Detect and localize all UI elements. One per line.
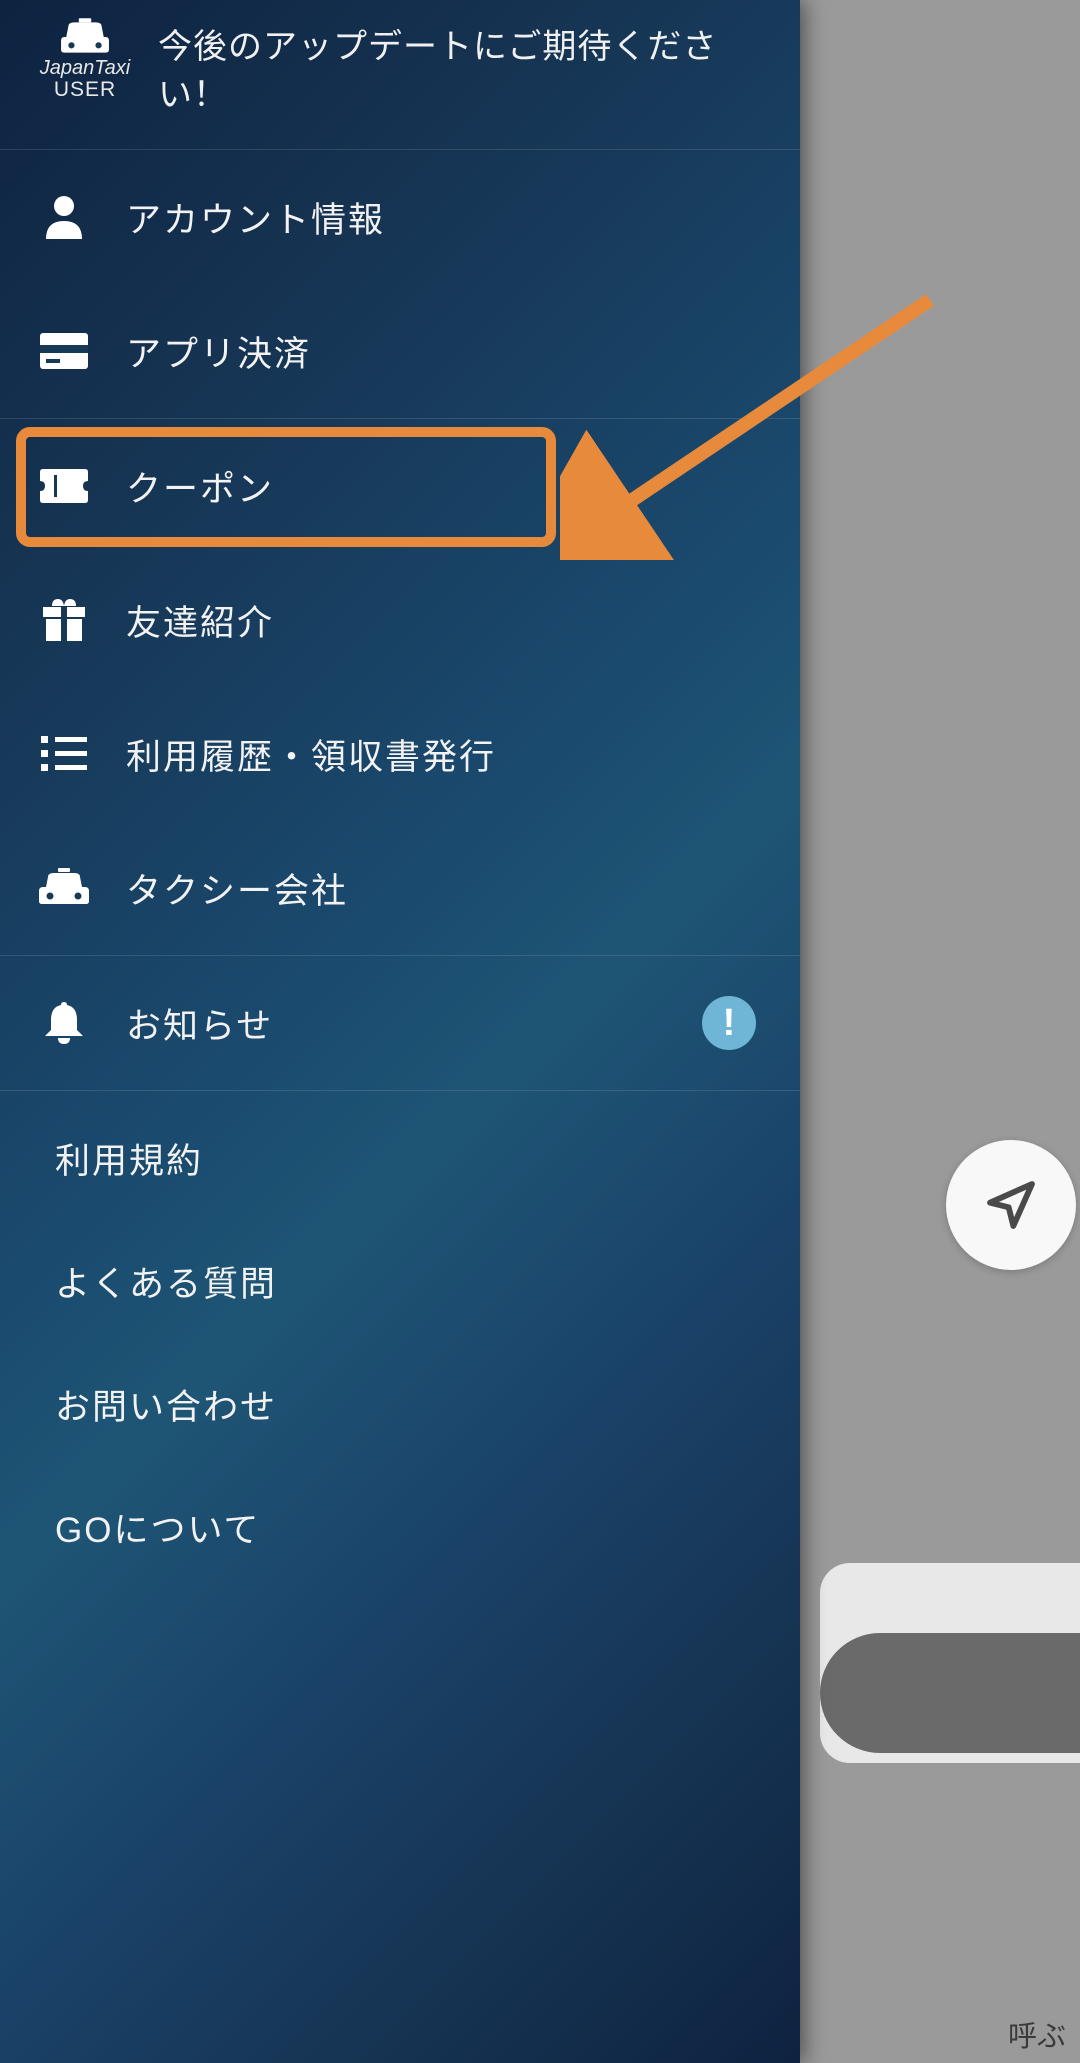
menu-section-services: クーポン 友達紹介 xyxy=(0,419,800,956)
person-icon xyxy=(36,195,92,239)
call-button-fragment[interactable] xyxy=(820,1633,1080,1753)
menu-label: クーポン xyxy=(126,461,274,512)
menu-item-app-payment[interactable]: アプリ決済 xyxy=(0,284,800,418)
link-about-go[interactable]: GOについて xyxy=(55,1502,745,1553)
drawer-header[interactable]: JapanTaxi USER 今後のアップデートにご期待ください！ xyxy=(0,0,800,150)
menu-section-notifications: お知らせ ! xyxy=(0,956,800,1091)
menu-section-account: アカウント情報 アプリ決済 xyxy=(0,150,800,419)
menu-item-referral[interactable]: 友達紹介 xyxy=(0,553,800,687)
logo-user-text: USER xyxy=(54,78,116,102)
highlight-annotation xyxy=(16,427,556,547)
menu-item-account-info[interactable]: アカウント情報 xyxy=(0,150,800,284)
navigation-arrow-icon xyxy=(983,1177,1039,1233)
taxi-icon xyxy=(36,868,92,908)
bell-icon xyxy=(36,1000,92,1046)
menu-item-notifications[interactable]: お知らせ ! xyxy=(0,956,800,1090)
header-message: 今後のアップデートにご期待ください！ xyxy=(140,18,770,119)
footer-links: 利用規約 よくある質問 お問い合わせ GOについて xyxy=(0,1091,800,1593)
menu-label: アカウント情報 xyxy=(126,192,385,243)
link-terms[interactable]: 利用規約 xyxy=(55,1133,745,1184)
menu-label: 利用履歴・領収書発行 xyxy=(126,729,496,780)
menu-item-coupon[interactable]: クーポン xyxy=(0,419,800,553)
menu-item-taxi-company[interactable]: タクシー会社 xyxy=(0,821,800,955)
menu-label: タクシー会社 xyxy=(126,863,348,914)
logo-brand-text: JapanTaxi xyxy=(40,58,130,78)
card-icon xyxy=(36,333,92,369)
menu-label: お知らせ xyxy=(126,998,273,1049)
call-button-text-fragment: 呼ぶ xyxy=(1008,2013,1066,2055)
locate-me-button[interactable] xyxy=(946,1140,1076,1270)
link-faq[interactable]: よくある質問 xyxy=(55,1256,745,1307)
link-contact[interactable]: お問い合わせ xyxy=(55,1379,745,1430)
taxi-icon xyxy=(60,18,110,56)
list-icon xyxy=(36,736,92,772)
gift-icon xyxy=(36,597,92,643)
coupon-icon xyxy=(36,469,92,503)
navigation-drawer: JapanTaxi USER 今後のアップデートにご期待ください！ アカウント情… xyxy=(0,0,800,2063)
notification-badge: ! xyxy=(702,996,756,1050)
menu-item-history[interactable]: 利用履歴・領収書発行 xyxy=(0,687,800,821)
menu-label: 友達紹介 xyxy=(126,595,274,646)
app-logo: JapanTaxi USER xyxy=(30,18,140,102)
menu-label: アプリ決済 xyxy=(126,326,311,377)
